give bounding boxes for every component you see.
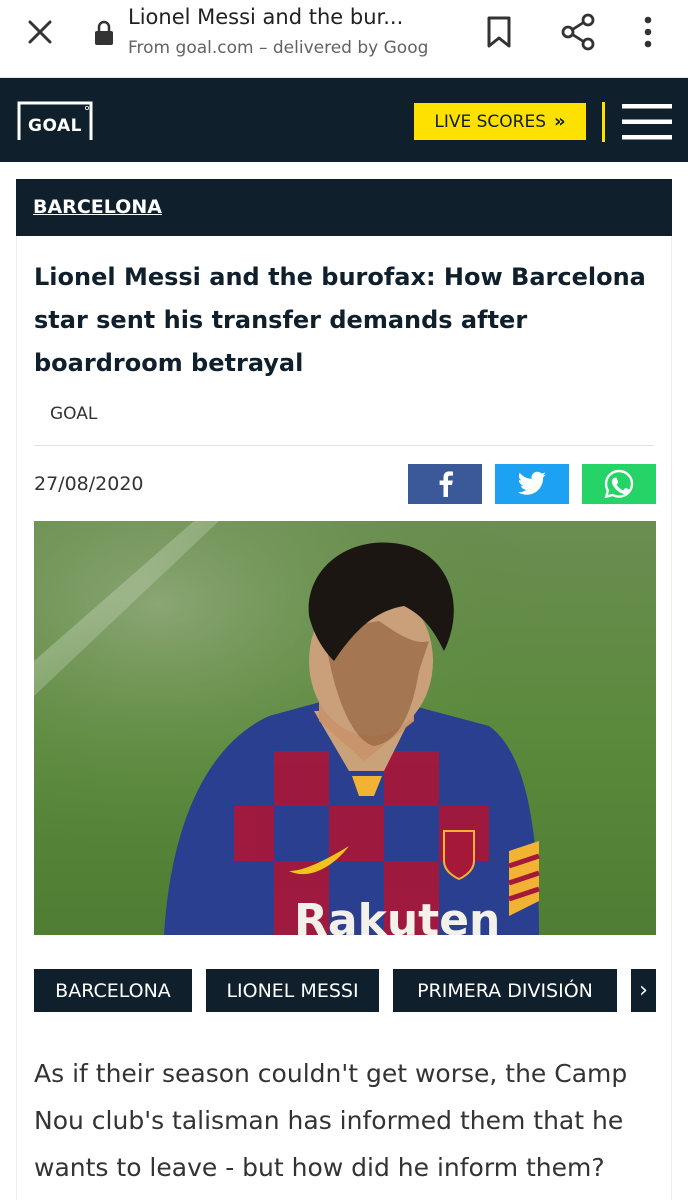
share-icon[interactable] [558,12,598,52]
divider [34,445,654,446]
share-whatsapp-button[interactable] [582,464,656,504]
hamburger-menu-icon[interactable] [622,102,672,142]
hero-image: Rakuten [34,521,656,935]
tags-next-arrow-icon[interactable]: › [631,969,656,1012]
category-link[interactable]: BARCELONA [33,196,162,218]
article-intro: As if their season couldn't get worse, t… [34,1059,628,1182]
live-scores-label: LIVE SCORES [434,111,546,132]
article-date: 27/08/2020 [34,473,144,495]
share-twitter-button[interactable] [495,464,569,504]
live-scores-button[interactable]: LIVE SCORES » [414,103,586,140]
svg-text:Rakuten: Rakuten [294,895,500,935]
logo-text: GOAL [28,116,82,136]
bookmark-icon[interactable] [483,14,515,50]
whatsapp-icon [604,469,634,499]
header-divider [602,102,605,142]
share-facebook-button[interactable] [408,464,482,504]
double-chevron-right-icon: » [554,111,566,132]
more-options-icon[interactable] [636,12,660,52]
category-bar: BARCELONA [16,179,672,236]
page-title[interactable]: Lionel Messi and the bur... [128,5,468,29]
twitter-icon [517,471,546,495]
article-byline: GOAL [50,404,98,424]
browser-toolbar: Lionel Messi and the bur... From goal.co… [0,0,688,78]
close-icon[interactable] [22,14,58,50]
tag-primera-division[interactable]: PRIMERA DIVISIÓN [393,969,617,1012]
lock-icon [95,20,113,45]
tag-barcelona[interactable]: BARCELONA [34,969,192,1012]
article-headline: Lionel Messi and the burofax: How Barcel… [34,263,646,377]
tag-lionel-messi[interactable]: LIONEL MESSI [206,969,379,1012]
site-header: GOAL LIVE SCORES » [0,78,688,162]
page-source[interactable]: From goal.com – delivered by Goog [128,38,468,58]
facebook-icon [439,471,453,497]
